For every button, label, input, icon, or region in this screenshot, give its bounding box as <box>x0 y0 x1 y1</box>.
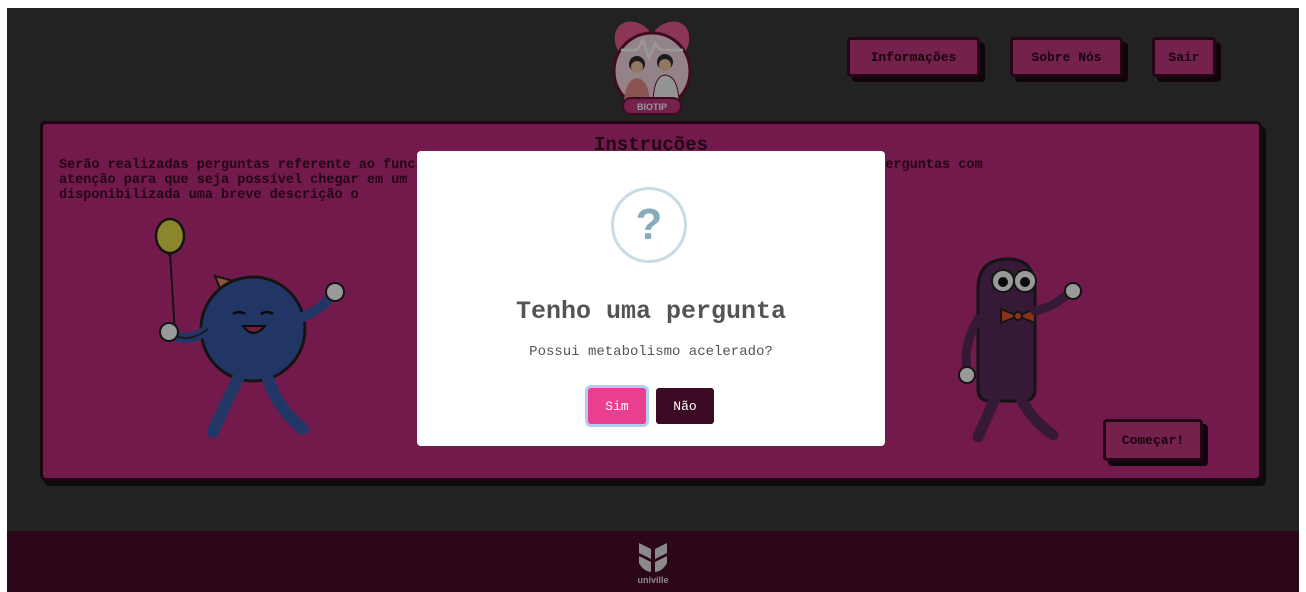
question-dialog: ? Tenho uma pergunta Possui metabolismo … <box>417 151 885 446</box>
viewport: BIOTIP Informações Sobre Nós Sair Instru… <box>7 8 1299 592</box>
question-icon: ? <box>611 187 687 263</box>
no-button[interactable]: Não <box>656 388 714 424</box>
page: BIOTIP Informações Sobre Nós Sair Instru… <box>7 8 1299 592</box>
yes-button[interactable]: Sim <box>588 388 646 424</box>
dialog-title: Tenho uma pergunta <box>515 297 787 326</box>
dialog-question: Possui metabolismo acelerado? <box>529 344 773 360</box>
